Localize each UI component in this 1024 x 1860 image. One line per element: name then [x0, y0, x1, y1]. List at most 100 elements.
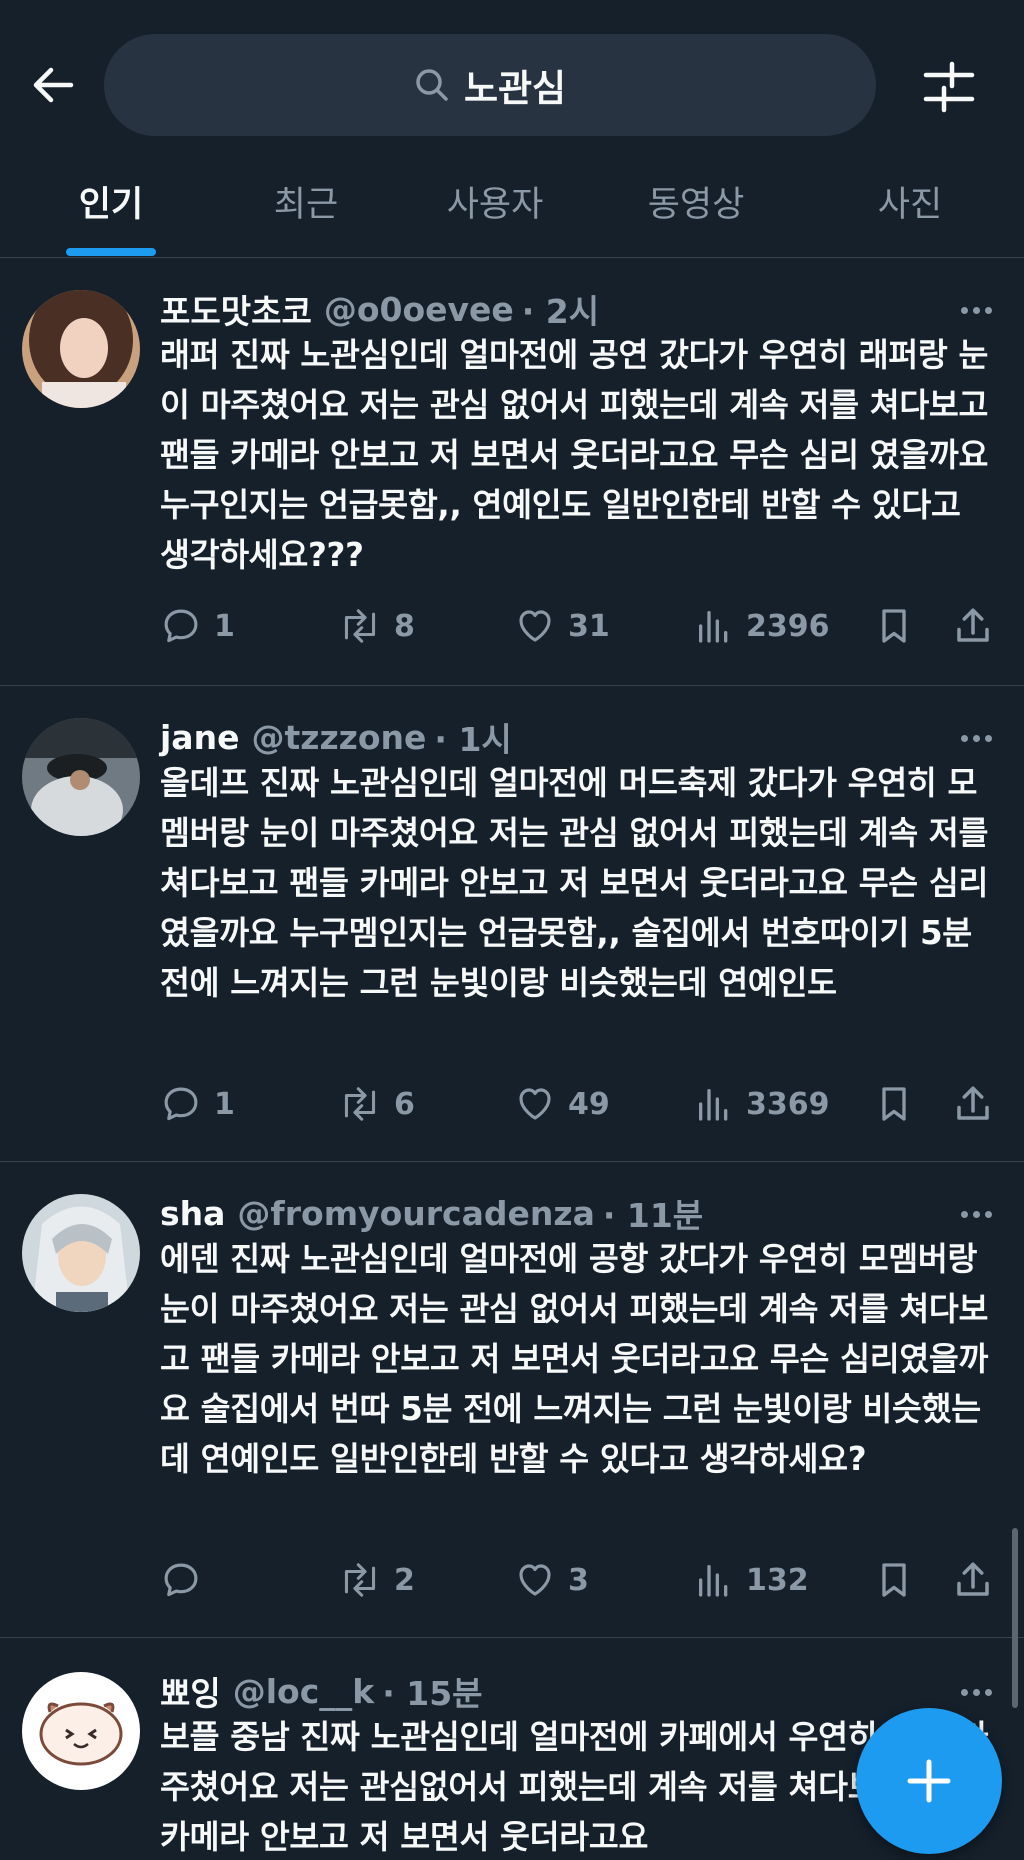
timestamp: · 15분 — [382, 1674, 483, 1713]
username[interactable]: @tzzzone — [251, 718, 426, 757]
tab-label: 인기 — [78, 185, 144, 225]
tweet[interactable]: 포도맛초코 @o0oevee · 2시 래퍼 진짜 노관심인데 얼마전에 공연 … — [0, 258, 1024, 686]
timestamp: · 11분 — [602, 1196, 704, 1235]
username[interactable]: @o0oevee — [324, 290, 514, 329]
display-name[interactable]: 포도맛초코 — [160, 285, 312, 333]
view-count: 3369 — [746, 1086, 830, 1122]
active-tab-indicator — [66, 248, 156, 256]
reply-icon — [164, 609, 198, 643]
timestamp: · 2시 — [521, 292, 600, 331]
share-icon — [957, 608, 989, 642]
tab-latest[interactable]: 최근 — [236, 160, 376, 258]
filter-button[interactable] — [920, 58, 978, 116]
views-button[interactable]: 132 — [694, 1550, 809, 1610]
tab-videos[interactable]: 동영상 — [616, 160, 776, 258]
like-button[interactable]: 49 — [514, 1074, 610, 1134]
timestamp: · 1시 — [434, 720, 512, 759]
display-name[interactable]: sha — [160, 1194, 225, 1233]
more-options-icon[interactable] — [956, 1194, 996, 1234]
tweet-text: 올데프 진짜 노관심인데 얼마전에 머드축제 갔다가 우연히 모멤버랑 눈이 마… — [160, 764, 989, 1002]
like-button[interactable]: 3 — [514, 1550, 589, 1610]
plus-icon — [907, 1759, 951, 1803]
avatar-image — [22, 1672, 140, 1790]
share-icon — [957, 1086, 989, 1120]
repost-icon — [344, 1563, 376, 1597]
tweet-header: 포도맛초코 @o0oevee · 2시 — [160, 284, 599, 334]
analytics-icon — [699, 1565, 728, 1597]
tweet-actions: 1 6 49 3369 — [160, 1074, 1000, 1134]
avatar[interactable] — [22, 718, 140, 836]
more-options-icon[interactable] — [956, 290, 996, 330]
search-input[interactable]: 노관심 — [104, 34, 876, 136]
more-options-icon[interactable] — [956, 718, 996, 758]
search-query: 노관심 — [463, 67, 567, 110]
like-count: 31 — [568, 608, 610, 644]
heart-icon — [519, 1564, 551, 1596]
tweet-header: 뾰잉 @loc__k · 15분 — [160, 1666, 483, 1716]
analytics-icon — [699, 611, 728, 643]
bookmark-button[interactable] — [874, 1550, 914, 1610]
repost-button[interactable]: 6 — [338, 1074, 415, 1134]
search-tabs: 인기 최근 사용자 동영상 사진 — [0, 160, 1024, 258]
heart-icon — [519, 610, 551, 642]
tab-top[interactable]: 인기 — [50, 160, 172, 258]
display-name[interactable]: jane — [160, 718, 239, 757]
top-bar: 노관심 인기 최근 사용자 동영상 사진 — [0, 0, 1024, 258]
tweet-text: 에덴 진짜 노관심인데 얼마전에 공항 갔다가 우연히 모멤버랑 눈이 마주쳤어… — [160, 1240, 989, 1478]
views-button[interactable]: 3369 — [694, 1074, 830, 1134]
compose-button[interactable] — [856, 1708, 1002, 1854]
tab-label: 동영상 — [647, 185, 745, 225]
share-button[interactable] — [952, 596, 994, 656]
repost-button[interactable]: 8 — [338, 596, 415, 656]
repost-count: 2 — [394, 1562, 415, 1598]
tab-label: 사용자 — [446, 185, 544, 225]
reply-button[interactable]: 1 — [160, 1074, 235, 1134]
tweet-text: 래퍼 진짜 노관심인데 얼마전에 공연 갔다가 우연히 래퍼랑 눈이 마주쳤어요… — [160, 336, 989, 574]
reply-button[interactable]: 1 — [160, 596, 235, 656]
tweet[interactable]: jane @tzzzone · 1시 올데프 진짜 노관심인데 얼마전에 머드축… — [0, 686, 1024, 1162]
avatar[interactable] — [22, 1194, 140, 1312]
reply-button[interactable] — [160, 1550, 214, 1610]
repost-button[interactable]: 2 — [338, 1550, 415, 1610]
avatar-image — [22, 290, 140, 408]
more-options-icon[interactable] — [956, 1672, 996, 1712]
repost-icon — [344, 1087, 376, 1121]
tweet-actions: 2 3 132 — [160, 1550, 1000, 1610]
reply-icon — [164, 1563, 198, 1597]
bookmark-button[interactable] — [874, 596, 914, 656]
scrollbar[interactable] — [1012, 1528, 1018, 1708]
bookmark-icon — [882, 609, 906, 643]
display-name[interactable]: 뾰잉 — [160, 1667, 221, 1715]
bookmark-button[interactable] — [874, 1074, 914, 1134]
reply-icon — [164, 1087, 198, 1121]
repost-count: 8 — [394, 608, 415, 644]
share-button[interactable] — [952, 1550, 994, 1610]
views-button[interactable]: 2396 — [694, 596, 830, 656]
sliders-icon — [923, 61, 975, 113]
username[interactable]: @loc__k — [233, 1672, 375, 1711]
share-icon — [957, 1562, 989, 1596]
tweet-header: jane @tzzzone · 1시 — [160, 712, 512, 762]
tweet[interactable]: sha @fromyourcadenza · 11분 에덴 진짜 노관심인데 얼… — [0, 1162, 1024, 1638]
username[interactable]: @fromyourcadenza — [237, 1194, 594, 1233]
view-count: 132 — [746, 1562, 809, 1598]
tab-photos[interactable]: 사진 — [840, 160, 980, 258]
like-button[interactable]: 31 — [514, 596, 610, 656]
bookmark-icon — [882, 1563, 906, 1597]
avatar[interactable] — [22, 1672, 140, 1790]
repost-icon — [344, 609, 376, 643]
back-arrow-icon — [33, 67, 74, 103]
repost-count: 6 — [394, 1086, 415, 1122]
avatar[interactable] — [22, 290, 140, 408]
tab-label: 최근 — [273, 185, 339, 225]
avatar-image — [22, 1194, 140, 1312]
tweet-header: sha @fromyourcadenza · 11분 — [160, 1188, 703, 1238]
like-count: 49 — [568, 1086, 610, 1122]
tab-people[interactable]: 사용자 — [420, 160, 570, 258]
tab-label: 사진 — [877, 185, 943, 225]
back-button[interactable] — [28, 60, 78, 110]
analytics-icon — [699, 1089, 728, 1121]
tweet-actions: 1 8 31 2396 — [160, 596, 1000, 656]
share-button[interactable] — [952, 1074, 994, 1134]
bookmark-icon — [882, 1087, 906, 1121]
